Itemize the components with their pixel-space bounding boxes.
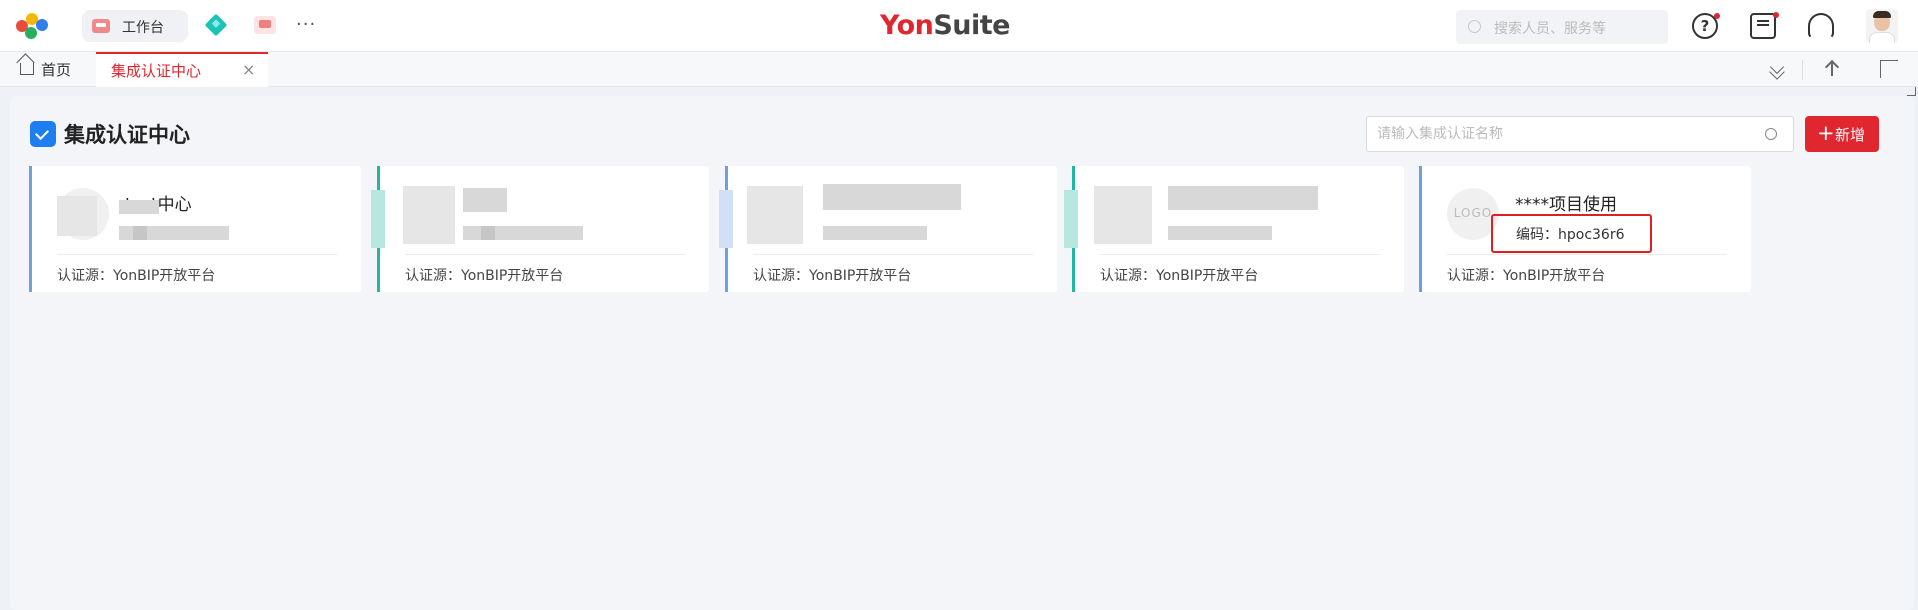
redacted-region	[57, 196, 97, 236]
app-menu-icon[interactable]	[16, 13, 48, 39]
auth-search-field[interactable]	[1366, 116, 1794, 152]
page-title: 集成认证中心	[64, 123, 190, 147]
redacted-region	[371, 190, 385, 248]
card-divider	[753, 254, 1033, 255]
user-avatar[interactable]	[1866, 9, 1898, 43]
card-source: 认证源：YonBIP开放平台	[1100, 268, 1259, 284]
redacted-region	[719, 190, 733, 248]
more-apps-icon[interactable]: ···	[296, 14, 316, 35]
card-divider	[1447, 254, 1727, 255]
tab-active-label: 集成认证中心	[111, 62, 202, 80]
shield-icon	[30, 121, 56, 147]
fullscreen-icon[interactable]	[1880, 60, 1916, 96]
auth-card[interactable]: test中心 认证源：YonBIP开放平台	[29, 166, 361, 292]
add-button[interactable]: + 新增	[1805, 116, 1879, 152]
redacted-code	[823, 226, 927, 240]
code-highlight-box	[1491, 214, 1652, 253]
upload-icon[interactable]	[1824, 58, 1840, 80]
help-notification-dot	[1714, 13, 1720, 19]
workbench-button[interactable]: 工作台	[82, 10, 188, 42]
redacted-name	[823, 184, 961, 210]
redacted-logo	[403, 186, 455, 244]
plus-icon: +	[1817, 121, 1835, 145]
workbench-icon	[92, 19, 110, 33]
auth-card[interactable]: 认证源：YonBIP开放平台	[371, 166, 709, 292]
redacted-name	[1168, 186, 1318, 210]
tab-integration-auth-center[interactable]: 集成认证中心 ×	[96, 52, 268, 87]
app-shortcut-icon[interactable]	[254, 16, 276, 34]
redacted-region	[1064, 190, 1078, 248]
auth-card[interactable]: 认证源：YonBIP开放平台	[1064, 166, 1404, 292]
redacted-region	[481, 226, 495, 240]
cube-app-icon[interactable]	[204, 13, 228, 37]
redacted-code	[1168, 226, 1272, 240]
close-tab-icon[interactable]: ×	[242, 60, 255, 79]
card-source: 认证源：YonBIP开放平台	[57, 268, 216, 284]
redacted-region	[119, 200, 159, 214]
card-accent	[29, 166, 32, 292]
brand-prefix: Yon	[880, 10, 934, 41]
search-icon	[1468, 20, 1481, 33]
card-divider	[405, 254, 685, 255]
card-divider	[1100, 254, 1380, 255]
top-bar: 工作台 ··· YonSuite 搜索人员、服务等 ?	[0, 0, 1918, 52]
card-name: ****项目使用	[1515, 195, 1617, 215]
global-search-placeholder: 搜索人员、服务等	[1494, 21, 1606, 37]
message-notification-dot	[1773, 12, 1779, 18]
customer-service-icon[interactable]	[1808, 13, 1834, 39]
card-accent	[1419, 166, 1422, 292]
tab-bar: 首页 集成认证中心 ×	[0, 52, 1918, 87]
redacted-name	[463, 188, 507, 212]
brand-suffix: Suite	[933, 10, 1010, 41]
card-source: 认证源：YonBIP开放平台	[1447, 268, 1606, 284]
search-icon[interactable]	[1765, 128, 1777, 140]
auth-search-input[interactable]	[1377, 124, 1757, 144]
brand-logo: YonSuite	[880, 10, 1010, 41]
redacted-logo	[1094, 186, 1152, 244]
card-divider	[57, 254, 337, 255]
tab-home-label: 首页	[41, 61, 72, 79]
card-source: 认证源：YonBIP开放平台	[753, 268, 912, 284]
auth-card[interactable]: 认证源：YonBIP开放平台	[719, 166, 1057, 292]
redacted-region	[133, 226, 147, 240]
toolbar-divider	[1802, 60, 1803, 80]
card-source: 认证源：YonBIP开放平台	[405, 268, 564, 284]
home-icon	[20, 63, 34, 75]
workbench-label: 工作台	[122, 20, 164, 36]
add-button-label: 新增	[1835, 126, 1866, 144]
message-icon[interactable]	[1750, 13, 1776, 39]
global-search-input[interactable]: 搜索人员、服务等	[1456, 10, 1668, 44]
redacted-logo	[747, 186, 803, 244]
